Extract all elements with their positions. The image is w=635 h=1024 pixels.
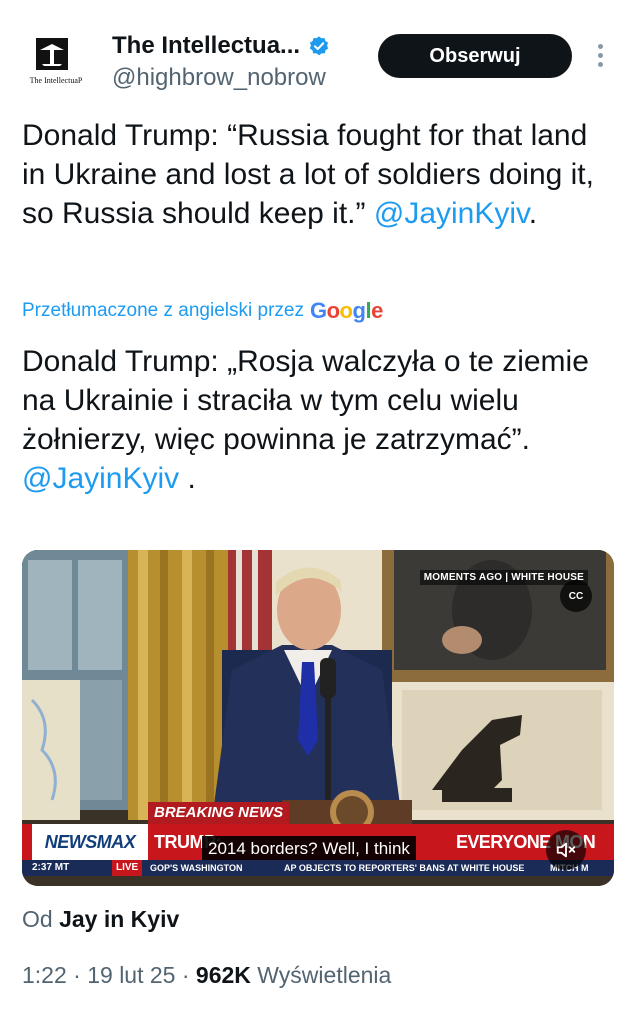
tweet-mention-link[interactable]: @JayinKyiv [374,197,529,230]
breaking-news-banner: BREAKING NEWS [148,802,290,824]
video-attribution: Od Jay in Kyiv [22,906,179,933]
author-row: The Intellectua... [112,30,330,62]
tweet-time[interactable]: 1:22 [22,962,67,988]
speaker-muted-icon [556,842,576,858]
video-player[interactable]: MOMENTS AGO | WHITE HOUSE CC BREAKING NE… [22,550,614,886]
google-logo: Google [309,298,383,323]
views-label: Wyświetlenia [257,962,392,988]
translated-mention-link[interactable]: @JayinKyiv [22,462,179,495]
network-logo: NEWSMAX [32,824,148,860]
ticker-time: 2:37 MT [32,862,70,873]
translation-label: Przetłumaczone z angielski przez [22,300,304,321]
avatar[interactable]: The IntellectuaP [22,30,90,98]
translation-notice[interactable]: Przetłumaczone z angielski przez Google [22,296,383,326]
live-badge: LIVE [112,860,143,876]
cc-button[interactable]: CC [560,580,592,612]
ticker-item: AP OBJECTS TO REPORTERS' BANS AT WHITE H… [284,863,525,873]
attribution-prefix: Od [22,906,53,932]
follow-button[interactable]: Obserwuj [378,34,572,78]
tweet-date[interactable]: 19 lut 25 [87,962,175,988]
author-handle[interactable]: @highbrow_nobrow [112,64,326,92]
mute-button[interactable] [546,830,586,870]
tweet-text: Donald Trump: “Russia fought for that la… [22,116,618,233]
translated-text: Donald Trump: „Rosja walczyła o te ziemi… [22,342,618,498]
video-caption: 2014 borders? Well, I think [202,836,416,862]
tweet-header: The IntellectuaP The Intellectua... @hig… [0,0,635,110]
logo-icon [36,38,68,70]
verified-badge-icon [309,36,329,56]
tweet-meta: 1:22 · 19 lut 25 · 962K Wyświetlenia [22,962,392,988]
more-vertical-icon[interactable] [590,40,610,76]
tweet-tail: . [528,197,538,230]
author-name[interactable]: The Intellectua... [112,32,300,60]
video-tag: MOMENTS AGO | WHITE HOUSE [419,570,588,585]
avatar-text: The IntellectuaP [29,76,83,85]
ticker-item: GOP'S WASHINGTON [150,863,243,873]
view-count: 962K [195,962,251,988]
translated-body: Donald Trump: „Rosja walczyła o te ziemi… [22,345,589,456]
attribution-source-link[interactable]: Jay in Kyiv [59,906,179,932]
translated-tail: . [179,462,196,495]
